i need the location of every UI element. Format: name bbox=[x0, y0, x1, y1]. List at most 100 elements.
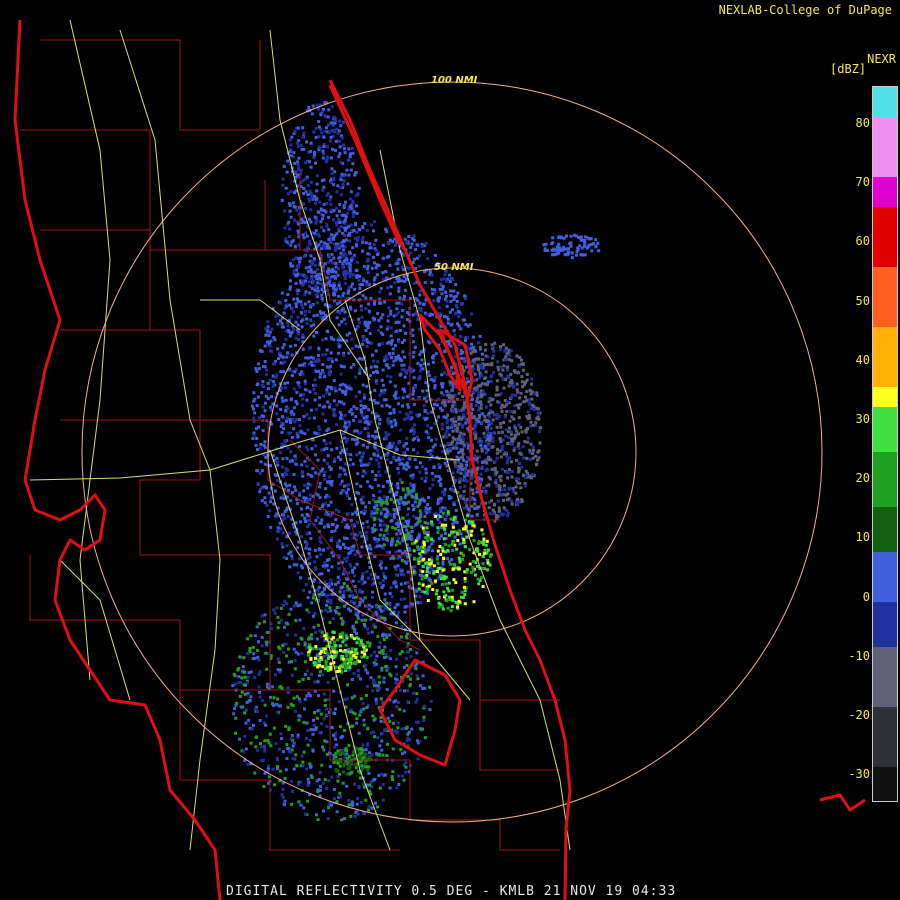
echo-pixel bbox=[403, 237, 407, 241]
echo-pixel bbox=[340, 193, 343, 197]
echo-pixel bbox=[276, 322, 280, 326]
echo-pixel bbox=[389, 375, 393, 379]
echo-pixel bbox=[280, 322, 284, 326]
echo-pixel bbox=[489, 426, 493, 430]
echo-pixel bbox=[243, 675, 247, 679]
echo-pixel bbox=[361, 743, 365, 747]
echo-pixel bbox=[399, 582, 403, 586]
echo-pixel bbox=[281, 415, 285, 419]
echo-pixel bbox=[386, 742, 390, 746]
echo-pixel bbox=[448, 595, 452, 599]
echo-pixel bbox=[396, 261, 400, 265]
echo-pixel bbox=[307, 217, 311, 221]
echo-pixel bbox=[528, 389, 532, 393]
echo-pixel bbox=[328, 441, 332, 445]
echo-pixel bbox=[398, 329, 402, 332]
echo-pixel bbox=[401, 752, 405, 756]
echo-pixel bbox=[327, 108, 331, 112]
echo-pixel bbox=[299, 780, 303, 784]
echo-pixel bbox=[380, 609, 383, 613]
echo-pixel bbox=[311, 647, 315, 651]
echo-pixel bbox=[396, 481, 400, 485]
echo-pixel bbox=[418, 293, 422, 297]
echo-pixel bbox=[308, 310, 312, 314]
echo-pixel bbox=[339, 617, 343, 620]
echo-pixel bbox=[477, 368, 480, 372]
echo-pixel bbox=[425, 416, 429, 420]
echo-pixel bbox=[303, 459, 307, 463]
echo-pixel bbox=[284, 768, 288, 772]
echo-pixel bbox=[350, 678, 354, 681]
echo-pixel bbox=[431, 478, 435, 482]
echo-pixel bbox=[295, 141, 299, 145]
echo-pixel bbox=[466, 456, 469, 459]
echo-pixel bbox=[493, 460, 497, 464]
echo-pixel bbox=[501, 368, 505, 372]
echo-pixel bbox=[401, 387, 405, 391]
echo-pixel bbox=[344, 269, 348, 273]
echo-pixel bbox=[300, 471, 304, 474]
echo-pixel bbox=[313, 153, 316, 157]
echo-pixel bbox=[424, 467, 428, 471]
echo-pixel bbox=[325, 391, 329, 395]
echo-pixel bbox=[275, 702, 279, 706]
echo-pixel bbox=[315, 313, 319, 317]
echo-pixel bbox=[309, 764, 313, 768]
echo-pixel bbox=[349, 708, 353, 712]
echo-pixel bbox=[463, 294, 467, 298]
echo-pixel bbox=[365, 280, 369, 284]
echo-pixel bbox=[386, 716, 390, 720]
echo-pixel bbox=[301, 233, 305, 237]
echo-pixel bbox=[505, 368, 509, 372]
echo-pixel bbox=[362, 335, 366, 339]
echo-pixel bbox=[455, 547, 459, 551]
echo-pixel bbox=[367, 422, 371, 426]
echo-pixel bbox=[322, 692, 326, 696]
echo-pixel bbox=[445, 295, 448, 298]
echo-pixel bbox=[523, 440, 527, 444]
echo-pixel bbox=[253, 771, 257, 775]
echo-pixel bbox=[330, 121, 334, 125]
echo-pixel bbox=[257, 672, 261, 676]
echo-pixel bbox=[440, 604, 444, 608]
echo-pixel bbox=[517, 364, 521, 368]
echo-pixel bbox=[400, 315, 404, 319]
echo-pixel bbox=[348, 275, 352, 279]
echo-pixel bbox=[351, 214, 355, 218]
echo-pixel bbox=[416, 720, 420, 724]
echo-pixel bbox=[290, 790, 294, 793]
echo-pixel bbox=[418, 301, 422, 305]
echo-pixel bbox=[440, 534, 444, 538]
echo-pixel bbox=[314, 727, 318, 731]
echo-pixel bbox=[267, 334, 271, 338]
echo-pixel bbox=[480, 366, 484, 370]
echo-pixel bbox=[446, 587, 450, 590]
echo-pixel bbox=[407, 235, 411, 238]
echo-pixel bbox=[445, 421, 449, 425]
echo-pixel bbox=[275, 606, 279, 610]
echo-pixel bbox=[494, 393, 498, 397]
echo-pixel bbox=[375, 369, 378, 373]
echo-pixel bbox=[483, 376, 486, 380]
echo-pixel bbox=[327, 268, 331, 272]
echo-pixel bbox=[294, 170, 298, 174]
echo-pixel bbox=[290, 733, 294, 737]
echo-pixel bbox=[479, 363, 483, 367]
echo-pixel bbox=[389, 334, 393, 338]
echo-pixel bbox=[436, 415, 440, 419]
echo-pixel bbox=[381, 579, 385, 583]
echo-pixel bbox=[433, 383, 437, 387]
echo-pixel bbox=[313, 378, 317, 382]
echo-pixel bbox=[293, 420, 297, 424]
echo-pixel bbox=[427, 496, 431, 499]
echo-pixel bbox=[391, 351, 395, 355]
echo-pixel bbox=[302, 148, 306, 151]
echo-pixel bbox=[510, 470, 514, 473]
echo-pixel bbox=[253, 707, 257, 711]
echo-pixel bbox=[461, 395, 465, 398]
echo-pixel bbox=[411, 328, 415, 332]
echo-pixel bbox=[394, 423, 398, 427]
echo-pixel bbox=[487, 483, 491, 487]
echo-pixel bbox=[425, 395, 429, 399]
echo-pixel bbox=[286, 515, 290, 518]
